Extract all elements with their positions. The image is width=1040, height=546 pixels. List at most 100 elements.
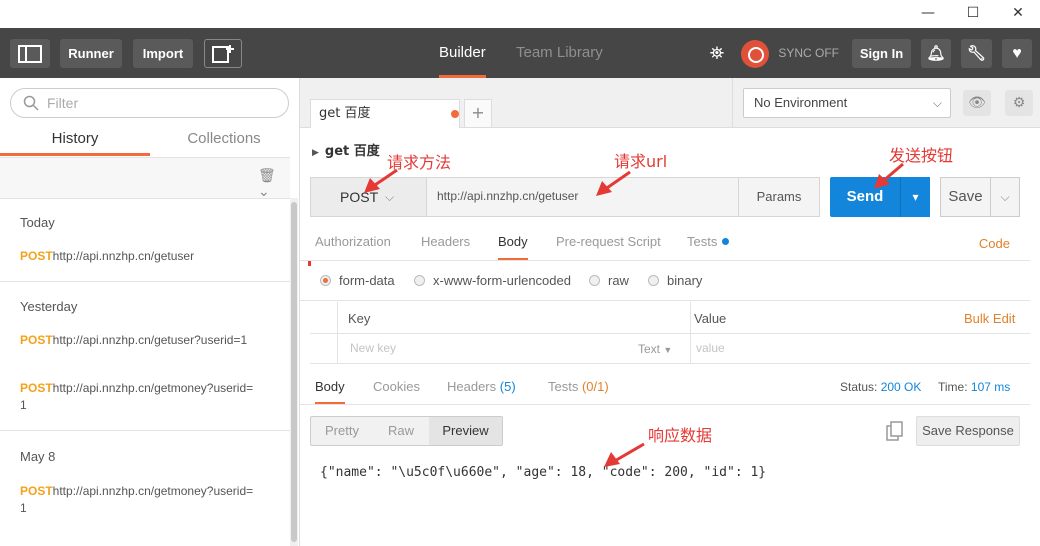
trash-icon[interactable]: 🗑︎⌄: [258, 168, 286, 200]
minimize-icon[interactable]: —: [905, 2, 951, 24]
type-value: Text: [638, 342, 661, 356]
send-button[interactable]: Send: [830, 177, 900, 217]
caret-right-icon: ▶: [312, 148, 319, 158]
tab-pre-request-script[interactable]: Pre-request Script: [556, 234, 661, 249]
tests-indicator-icon: [722, 238, 730, 245]
code-link[interactable]: Code: [979, 236, 1010, 251]
history-item[interactable]: POSThttp://api.nnzhp.cn/getmoney?userid=…: [20, 483, 255, 517]
tab-tests[interactable]: Tests: [687, 234, 730, 249]
sign-in-button[interactable]: Sign In: [852, 39, 911, 68]
settings-wrench-icon[interactable]: 🔧︎: [961, 39, 992, 68]
unsaved-dot-icon: [451, 110, 459, 118]
url-field: [427, 177, 739, 217]
tab-headers[interactable]: Headers: [421, 234, 470, 249]
sync-label: SYNC OFF: [778, 46, 840, 60]
runner-button[interactable]: Runner: [60, 39, 122, 68]
divider: [0, 281, 290, 282]
scrollbar-thumb[interactable]: [291, 202, 297, 542]
response-tabbar: Body Cookies Headers (5) Tests (0/1) Sta…: [300, 371, 1030, 405]
history-group-label: May 8: [20, 449, 56, 464]
history-item[interactable]: POSThttp://api.nnzhp.cn/getmoney?userid=…: [20, 380, 255, 414]
save-response-button[interactable]: Save Response: [916, 416, 1020, 446]
chevron-down-icon: ⌵: [385, 190, 395, 204]
params-button[interactable]: Params: [738, 177, 820, 217]
radio-label: binary: [667, 273, 703, 288]
tab-count: (0/1): [581, 379, 609, 394]
method-badge: POST: [20, 381, 53, 395]
kv-row: Text ▼: [310, 334, 1030, 364]
method-badge: POST: [20, 333, 53, 347]
tab-response-headers[interactable]: Headers (5): [447, 379, 516, 394]
value-input[interactable]: [696, 341, 996, 355]
import-button[interactable]: Import: [133, 39, 193, 68]
annotation-response: 响应数据: [648, 426, 713, 445]
kv-table-header: Key Value Bulk Edit: [310, 302, 1030, 364]
history-item[interactable]: POSThttp://api.nnzhp.cn/getuser?userid=1: [20, 332, 255, 349]
radio-icon: [414, 275, 425, 286]
tab-collections[interactable]: Collections: [150, 130, 298, 156]
environment-area: No Environment ⌵ 👁︎ ⚙: [732, 78, 1040, 128]
new-window-button[interactable]: [204, 39, 242, 68]
eye-icon[interactable]: 👁︎: [963, 90, 991, 116]
radio-icon: [320, 275, 331, 286]
sidebar-toggle-button[interactable]: [10, 39, 50, 68]
history-url: http://api.nnzhp.cn/getmoney?userid=1: [20, 381, 254, 412]
history-url: http://api.nnzhp.cn/getuser: [52, 249, 195, 263]
sidebar: History Collections 🗑︎⌄ Today POSThttp:/…: [0, 78, 300, 546]
send-options-button[interactable]: ▾: [900, 177, 930, 217]
status-label: Status:: [840, 380, 878, 394]
save-options-button[interactable]: ⌵: [990, 177, 1020, 217]
history-item[interactable]: POSThttp://api.nnzhp.cn/getuser: [20, 248, 260, 265]
radio-x-www-form-urlencoded[interactable]: x-www-form-urlencoded: [414, 273, 571, 288]
new-key-input[interactable]: [350, 341, 590, 355]
request-tab-label: get 百度: [319, 106, 371, 121]
url-input[interactable]: [437, 189, 727, 203]
tab-response-cookies[interactable]: Cookies: [373, 379, 420, 394]
marker: [308, 261, 311, 266]
sidebar-scrollbar[interactable]: [290, 198, 298, 546]
radio-label: x-www-form-urlencoded: [433, 273, 571, 288]
radio-icon: [589, 275, 600, 286]
method-badge: POST: [20, 249, 53, 263]
close-icon[interactable]: ✕: [995, 2, 1040, 24]
gear-icon[interactable]: ⚙: [1005, 90, 1033, 116]
tab-history[interactable]: History: [0, 130, 150, 156]
app-header: Runner Import Builder Team Library ⛯ SYN…: [0, 28, 1040, 78]
tab-authorization[interactable]: Authorization: [315, 234, 391, 249]
environment-select[interactable]: No Environment ⌵: [743, 88, 951, 118]
add-tab-button[interactable]: +: [464, 99, 492, 128]
type-select[interactable]: Text ▼: [638, 342, 672, 356]
view-pretty-button[interactable]: Pretty: [311, 417, 373, 445]
divider: [0, 198, 290, 199]
method-value: POST: [340, 189, 379, 205]
response-status: Status: 200 OK: [840, 380, 921, 394]
filter-input[interactable]: [47, 95, 277, 111]
status-value: 200 OK: [880, 380, 922, 394]
request-tab[interactable]: get 百度: [310, 99, 460, 128]
radio-raw[interactable]: raw: [589, 273, 629, 288]
tab-team-library[interactable]: Team Library: [516, 28, 603, 78]
request-name[interactable]: ▶ get 百度: [312, 140, 380, 159]
radio-form-data[interactable]: form-data: [320, 273, 395, 288]
method-select[interactable]: POST ⌵: [310, 177, 427, 217]
heart-icon[interactable]: ♥: [1002, 39, 1032, 68]
copy-icon[interactable]: [886, 421, 906, 441]
body-type-selector: form-data x-www-form-urlencoded raw bina…: [300, 261, 1030, 301]
tab-label: Headers: [447, 379, 497, 394]
annotation-send: 发送按钮: [889, 146, 954, 165]
view-preview-button[interactable]: Preview: [429, 417, 502, 445]
maximize-icon[interactable]: ☐: [950, 2, 996, 24]
tab-response-body[interactable]: Body: [315, 379, 345, 404]
interceptor-icon[interactable]: ⛯: [702, 39, 732, 68]
tab-response-tests[interactable]: Tests (0/1): [548, 379, 609, 394]
tab-body[interactable]: Body: [498, 234, 528, 260]
request-name-label: get 百度: [324, 144, 380, 159]
sync-status[interactable]: SYNC OFF: [741, 39, 839, 68]
bulk-edit-link[interactable]: Bulk Edit: [964, 311, 1015, 326]
history-group-label: Today: [20, 215, 55, 230]
tab-builder[interactable]: Builder: [439, 28, 486, 78]
save-button[interactable]: Save: [940, 177, 991, 217]
view-raw-button[interactable]: Raw: [373, 417, 429, 445]
radio-binary[interactable]: binary: [648, 273, 702, 288]
notifications-bell-icon[interactable]: 🔔︎: [921, 39, 951, 68]
